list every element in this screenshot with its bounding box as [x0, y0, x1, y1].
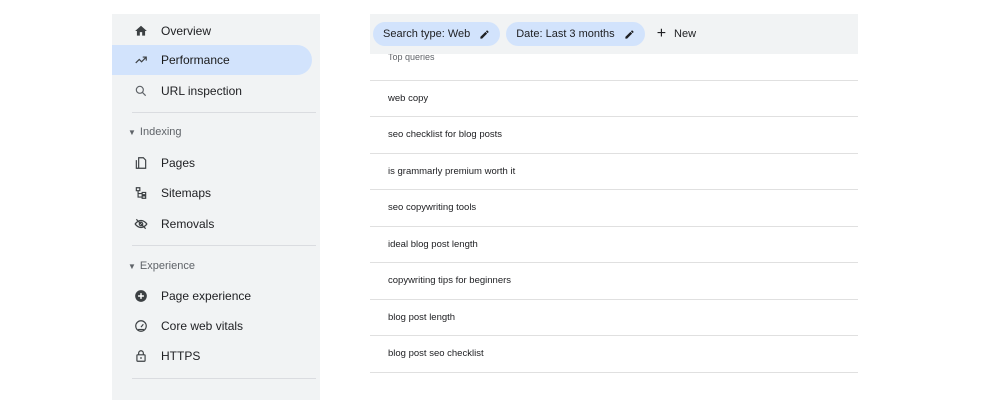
sidebar-item-label: Overview [161, 24, 212, 38]
sidebar-item-label: Performance [161, 53, 230, 67]
divider [132, 378, 316, 379]
table-row[interactable] [370, 372, 858, 400]
section-header-indexing[interactable]: ▼ Indexing [128, 126, 182, 138]
main-content: Search type: Web Date: Last 3 months + N… [370, 14, 858, 400]
sidebar-item-overview[interactable]: Overview [112, 16, 312, 46]
query-text: is grammarly premium worth it [388, 166, 516, 177]
sidebar-item-core-web-vitals[interactable]: Core web vitals [112, 311, 312, 341]
caret-down-icon: ▼ [128, 261, 136, 271]
sidebar-item-label: Page experience [161, 289, 252, 303]
sidebar-item-sitemaps[interactable]: Sitemaps [112, 178, 312, 208]
lock-icon [134, 349, 148, 363]
new-button-label: New [674, 28, 697, 40]
query-text: seo checklist for blog posts [388, 129, 503, 140]
new-filter-button[interactable]: + New [657, 26, 696, 42]
query-text: blog post seo checklist [388, 348, 484, 359]
sidebar-item-label: HTTPS [161, 349, 201, 363]
table-row[interactable]: copywriting tips for beginners [370, 262, 858, 298]
sidebar-item-label: Sitemaps [161, 186, 212, 200]
table-row[interactable]: seo copywriting tools [370, 189, 858, 225]
trending-up-icon [134, 53, 148, 67]
sidebar-item-label: Pages [161, 156, 196, 170]
query-text: ideal blog post length [388, 239, 478, 250]
search-icon [134, 84, 148, 98]
divider [132, 112, 316, 113]
sidebar-item-performance[interactable]: Performance [112, 45, 312, 75]
sidebar-item-https[interactable]: HTTPS [112, 341, 312, 371]
table-row[interactable]: blog post seo checklist [370, 335, 858, 371]
chip-label: Date: Last 3 months [516, 28, 615, 40]
sidebar-item-pages[interactable]: Pages [112, 148, 312, 178]
sidebar: Overview Performance URL inspection ▼ In… [112, 14, 320, 400]
section-header-experience[interactable]: ▼ Experience [128, 260, 195, 272]
page-experience-icon [134, 289, 148, 303]
pencil-icon [479, 29, 490, 40]
removals-icon [134, 217, 148, 231]
sidebar-item-label: URL inspection [161, 84, 242, 98]
divider [132, 245, 316, 246]
caret-down-icon: ▼ [128, 127, 136, 137]
search-type-filter-chip[interactable]: Search type: Web [373, 22, 501, 46]
sidebar-item-label: Core web vitals [161, 319, 244, 333]
query-text: blog post length [388, 312, 456, 323]
sidebar-item-label: Removals [161, 217, 215, 231]
table-header: Top queries [388, 54, 435, 62]
sidebar-item-page-experience[interactable]: Page experience [112, 281, 312, 311]
sitemap-icon [134, 186, 148, 200]
section-header-label: Experience [139, 260, 195, 272]
pages-icon [134, 156, 148, 170]
section-header-label: Indexing [139, 126, 182, 138]
query-text: seo copywriting tools [388, 202, 477, 213]
table-row[interactable]: seo checklist for blog posts [370, 116, 858, 152]
table-row[interactable]: is grammarly premium worth it [370, 153, 858, 189]
gauge-icon [134, 319, 148, 333]
table-row[interactable]: web copy [370, 80, 858, 116]
date-filter-chip[interactable]: Date: Last 3 months [506, 22, 645, 46]
query-text: copywriting tips for beginners [388, 275, 512, 286]
table-row[interactable]: blog post length [370, 299, 858, 335]
home-icon [134, 24, 148, 38]
filter-bar: Search type: Web Date: Last 3 months + N… [370, 14, 858, 54]
query-text: web copy [388, 93, 429, 104]
chip-label: Search type: Web [383, 28, 471, 40]
sidebar-item-removals[interactable]: Removals [112, 209, 312, 239]
pencil-icon [624, 29, 635, 40]
plus-icon: + [656, 25, 667, 42]
table-row[interactable]: ideal blog post length [370, 226, 858, 262]
sidebar-item-url-inspection[interactable]: URL inspection [112, 76, 312, 106]
